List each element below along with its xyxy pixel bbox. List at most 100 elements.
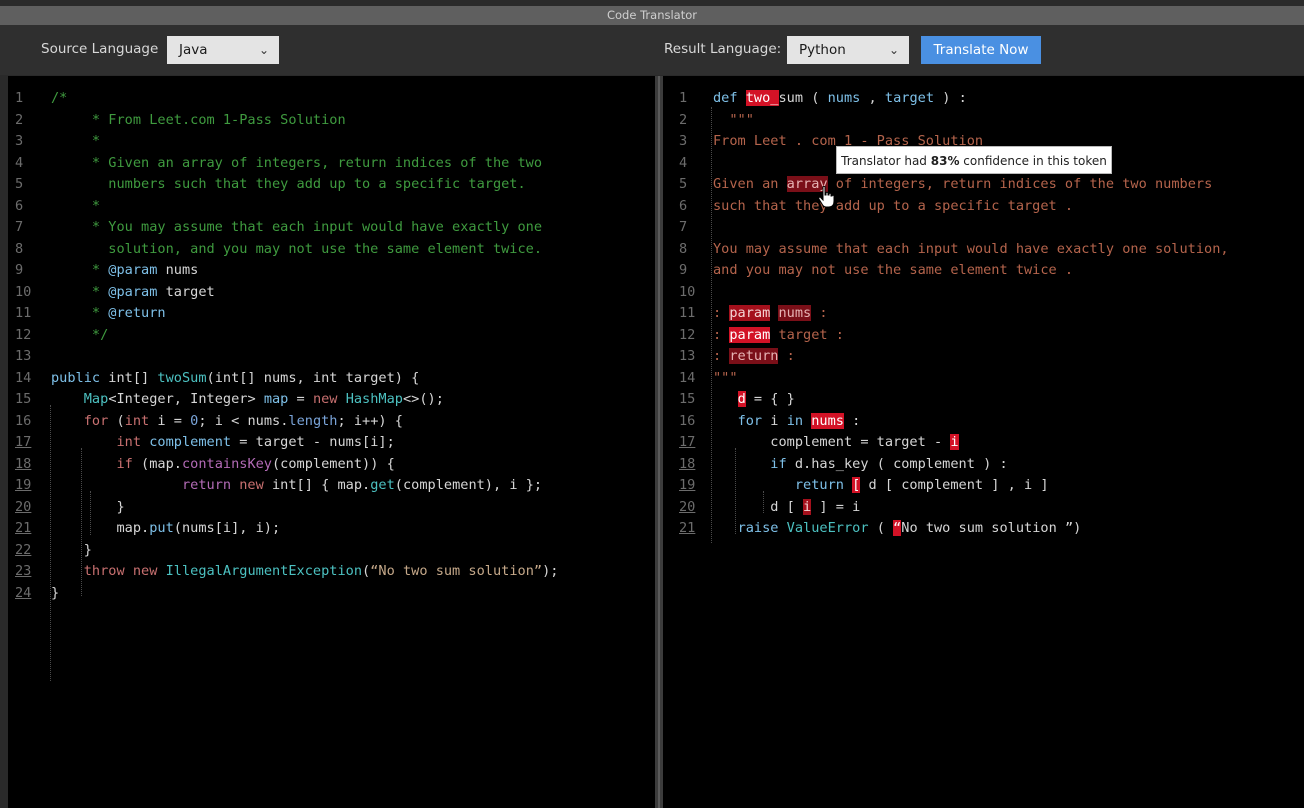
indent-guide bbox=[711, 107, 712, 543]
code-line-text: """ bbox=[713, 369, 738, 386]
indent-guide bbox=[81, 448, 82, 596]
code-line-text: return new int[] { map.get(complement), … bbox=[181, 477, 543, 493]
code-line-text: Map<Integer, Integer> map = new HashMap<… bbox=[83, 391, 444, 407]
code-line-text: for i in nums : bbox=[737, 412, 861, 429]
code-line-text: * bbox=[51, 133, 101, 149]
code-line-text: * You may assume that each input would h… bbox=[51, 219, 543, 235]
tooltip-text-pre: Translator had bbox=[841, 154, 931, 168]
divider-grip[interactable] bbox=[658, 76, 660, 808]
line-number: 24 bbox=[15, 584, 32, 601]
line-number: 14 bbox=[15, 369, 32, 386]
line-number: 17 bbox=[679, 434, 696, 450]
line-number: 3 bbox=[679, 133, 688, 149]
code-line-text: * @param target bbox=[51, 283, 215, 300]
line-number: 6 bbox=[679, 197, 688, 214]
code-line-text: * bbox=[51, 197, 101, 214]
code-line-text: Given an array of integers, return indic… bbox=[713, 176, 1213, 192]
line-number: 9 bbox=[679, 262, 688, 278]
result-language-select[interactable]: Python ⌄ bbox=[787, 36, 909, 64]
tooltip-confidence: 83% bbox=[930, 154, 960, 168]
source-editor[interactable]: 1 /* 2 * From Leet.com 1-Pass Solution 3 * 4… bbox=[8, 76, 655, 808]
confidence-tooltip: Translator had 83% confidence in this to… bbox=[836, 146, 1112, 174]
code-line-text: d = { } bbox=[737, 391, 795, 407]
line-number: 22 bbox=[15, 541, 32, 558]
line-number: 13 bbox=[15, 348, 32, 364]
toolbar: Source Language Java ⌄ Result Language: … bbox=[0, 25, 1304, 75]
code-line-text: * @return bbox=[51, 305, 166, 321]
code-line-text: : param target : bbox=[713, 326, 844, 343]
line-number: 15 bbox=[15, 391, 32, 407]
window-title: Code Translator bbox=[0, 6, 1304, 25]
hand-pointer-icon bbox=[818, 186, 834, 208]
code-line-text: * From Leet.com 1-Pass Solution bbox=[51, 111, 346, 128]
line-number: 12 bbox=[15, 326, 32, 343]
code-line-text: throw new IllegalArgumentException(“No t… bbox=[83, 563, 559, 579]
line-number: 18 bbox=[679, 455, 696, 472]
code-line-text: You may assume that each input would hav… bbox=[713, 240, 1229, 257]
result-language-label: Result Language: bbox=[664, 41, 782, 57]
line-number: 1 bbox=[679, 90, 688, 106]
indent-guide bbox=[735, 448, 736, 534]
indent-guide bbox=[50, 405, 51, 681]
line-number: 13 bbox=[679, 348, 696, 364]
code-line-text: numbers such that they add up to a speci… bbox=[51, 176, 526, 192]
code-line-text: raise ValueError ( “No two sum solution … bbox=[737, 520, 1082, 536]
line-number: 11 bbox=[679, 305, 696, 321]
line-number: 5 bbox=[15, 176, 24, 192]
result-editor[interactable]: 1 def two_sum ( nums , target ) :2 """ 3 Fr… bbox=[663, 76, 1304, 808]
line-number: 4 bbox=[679, 154, 688, 171]
translate-now-button[interactable]: Translate Now bbox=[921, 36, 1041, 64]
code-line-text: } bbox=[51, 541, 92, 558]
code-line-text: int complement = target - nums[i]; bbox=[116, 434, 395, 450]
line-number: 17 bbox=[15, 434, 32, 450]
code-line-text: if (map.containsKey(complement)) { bbox=[116, 455, 395, 472]
line-number: 8 bbox=[679, 240, 688, 257]
code-line-text: public int[] twoSum(int[] nums, int targ… bbox=[51, 369, 420, 386]
line-number: 19 bbox=[15, 477, 32, 493]
line-number: 20 bbox=[15, 498, 32, 515]
code-line-text: : param nums : bbox=[713, 305, 828, 321]
line-number: 10 bbox=[15, 283, 32, 300]
code-line-text: map.put(nums[i], i); bbox=[51, 520, 281, 536]
split-divider[interactable] bbox=[655, 76, 663, 808]
line-number: 15 bbox=[679, 391, 696, 407]
indent-guide bbox=[763, 491, 764, 513]
line-number: 9 bbox=[15, 262, 24, 278]
line-number: 14 bbox=[679, 369, 696, 386]
code-line-text: """ bbox=[713, 111, 754, 128]
code-line-text: for (int i = 0; i < nums.length; i++) { bbox=[83, 412, 403, 429]
line-number: 20 bbox=[679, 498, 696, 515]
line-number: 16 bbox=[679, 412, 696, 429]
line-number: 7 bbox=[15, 219, 24, 235]
code-line-text: such that they add up to a specific targ… bbox=[713, 197, 1074, 214]
line-number: 8 bbox=[15, 240, 24, 257]
line-number: 19 bbox=[679, 477, 696, 493]
line-number: 6 bbox=[15, 197, 24, 214]
line-number: 5 bbox=[679, 176, 688, 192]
code-line-text: * Given an array of integers, return ind… bbox=[51, 154, 543, 171]
line-number: 10 bbox=[679, 283, 696, 300]
tooltip-text-post: confidence in this token bbox=[959, 154, 1107, 168]
line-number: 3 bbox=[15, 133, 24, 149]
line-number: 7 bbox=[679, 219, 688, 235]
line-number: 21 bbox=[679, 520, 696, 536]
code-line-text: */ bbox=[51, 326, 109, 343]
code-line-text: complement = target - i bbox=[713, 434, 959, 450]
line-number: 11 bbox=[15, 305, 32, 321]
line-number: 2 bbox=[679, 111, 688, 128]
line-number: 16 bbox=[15, 412, 32, 429]
source-language-label: Source Language bbox=[41, 41, 159, 57]
code-line-text: def two_sum ( nums , target ) : bbox=[713, 90, 967, 106]
code-line-text: solution, and you may not use the same e… bbox=[51, 240, 543, 257]
line-number: 23 bbox=[15, 563, 32, 579]
line-number: 21 bbox=[15, 520, 32, 536]
result-language-value: Python bbox=[799, 42, 846, 58]
chevron-down-icon: ⌄ bbox=[888, 43, 899, 57]
code-line-text: } bbox=[51, 584, 60, 601]
source-language-select[interactable]: Java ⌄ bbox=[167, 36, 279, 64]
code-line-text: and you may not use the same element twi… bbox=[713, 262, 1074, 278]
code-line-text: * @param nums bbox=[51, 262, 199, 278]
line-number: 18 bbox=[15, 455, 32, 472]
line-number: 1 bbox=[15, 90, 24, 106]
line-number: 4 bbox=[15, 154, 24, 171]
